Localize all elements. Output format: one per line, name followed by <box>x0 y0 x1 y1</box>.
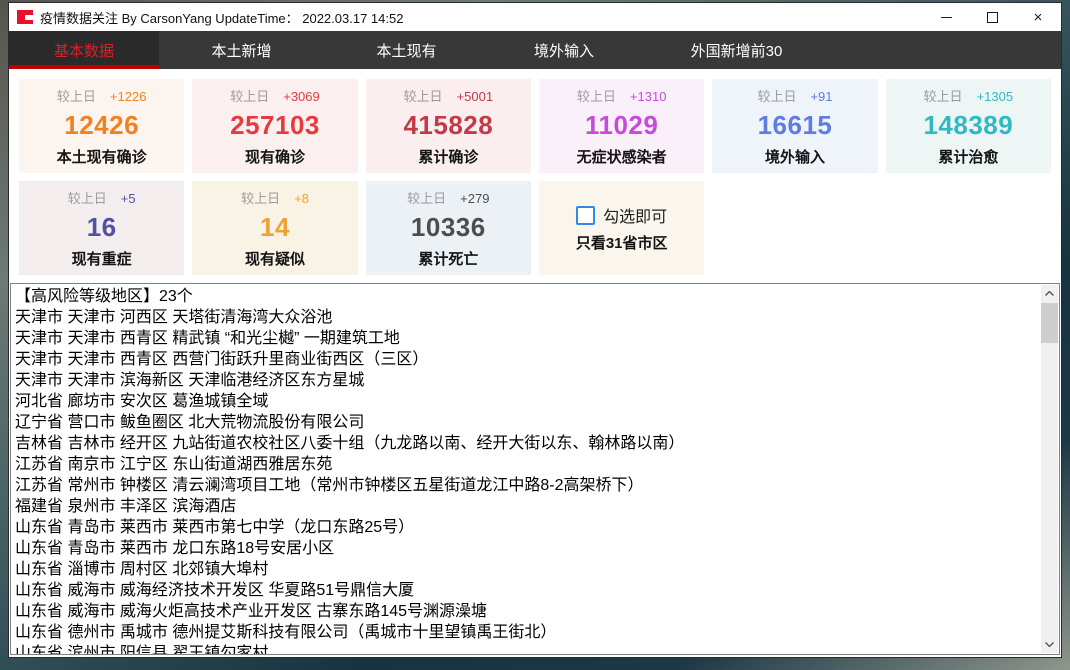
stat-caption: 无症状感染者 <box>577 146 667 167</box>
close-icon: × <box>1034 10 1043 25</box>
delta-label: 较上日 <box>241 191 280 206</box>
stat-caption: 累计治愈 <box>938 146 998 167</box>
tab-basic-data[interactable]: 基本数据 <box>9 31 159 69</box>
minimize-icon <box>941 17 952 18</box>
stat-card-current-confirmed: 较上日 +3069 257103 现有确诊 <box>192 79 357 173</box>
delta-value: +1305 <box>977 89 1014 104</box>
list-item: 天津市 天津市 西青区 精武镇 “和光尘樾” 一期建筑工地 <box>15 328 1037 349</box>
delta-label: 较上日 <box>407 191 446 206</box>
list-header: 【高风险等级地区】23个 <box>15 286 1037 307</box>
list-item: 福建省 泉州市 丰泽区 滨海酒店 <box>15 496 1037 517</box>
list-item: 天津市 天津市 西青区 西营门街跃升里商业街西区（三区） <box>15 349 1037 370</box>
stat-value: 148389 <box>923 110 1013 141</box>
provinces-only-checkbox[interactable] <box>576 206 595 225</box>
stat-caption: 境外输入 <box>765 146 825 167</box>
delta-label: 较上日 <box>68 191 107 206</box>
high-risk-region-list[interactable]: 【高风险等级地区】23个 天津市 天津市 河西区 天塔街清海湾大众浴池 天津市 … <box>10 283 1060 655</box>
list-scrollbar[interactable] <box>1041 285 1058 653</box>
stats-grid: 较上日 +1226 12426 本土现有确诊 较上日 +3069 257103 现有… <box>9 69 1061 275</box>
maximize-button[interactable] <box>969 3 1015 31</box>
stat-value: 16615 <box>758 110 833 141</box>
list-item: 河北省 廊坊市 安次区 葛渔城镇全域 <box>15 391 1037 412</box>
stat-card-cumulative-confirmed: 较上日 +5001 415828 累计确诊 <box>366 79 531 173</box>
tab-imported[interactable]: 境外输入 <box>489 31 639 69</box>
stat-card-cumulative-deaths: 较上日 +279 10336 累计死亡 <box>366 181 531 275</box>
stat-card-current-severe: 较上日 +5 16 现有重症 <box>19 181 184 275</box>
list-item: 山东省 威海市 威海火炬高技术产业开发区 古寨东路145号渊源澡塘 <box>15 601 1037 622</box>
close-button[interactable]: × <box>1015 3 1061 31</box>
window-title: 疫情数据关注 By CarsonYang UpdateTime： 2022.03… <box>40 8 403 27</box>
minimize-button[interactable] <box>923 3 969 31</box>
scrollbar-down-button[interactable] <box>1041 636 1058 653</box>
list-item: 天津市 天津市 滨海新区 天津临港经济区东方星城 <box>15 370 1037 391</box>
tab-foreign-top30[interactable]: 外国新增前30 <box>639 31 834 69</box>
list-item: 山东省 青岛市 莱西市 龙口东路18号安居小区 <box>15 538 1037 559</box>
stat-caption: 本土现有确诊 <box>57 146 147 167</box>
stat-card-local-current-confirmed: 较上日 +1226 12426 本土现有确诊 <box>19 79 184 173</box>
desktop-background: 疫情数据关注 By CarsonYang UpdateTime： 2022.03… <box>0 0 1070 670</box>
delta-label: 较上日 <box>924 89 963 104</box>
stat-value: 11029 <box>585 110 658 141</box>
list-item: 山东省 青岛市 莱西市 莱西市第七中学（龙口东路25号） <box>15 517 1037 538</box>
stat-caption: 累计死亡 <box>418 248 478 269</box>
filter-card-31-provinces: 勾选即可 只看31省市区 <box>539 181 704 275</box>
title-bar: 疫情数据关注 By CarsonYang UpdateTime： 2022.03… <box>9 3 1061 31</box>
list-item: 辽宁省 营口市 鲅鱼圈区 北大荒物流股份有限公司 <box>15 412 1037 433</box>
list-item: 山东省 德州市 禹城市 德州提艾斯科技有限公司（禹城市十里望镇禹王街北） <box>15 622 1037 643</box>
stat-value: 12426 <box>64 110 139 141</box>
tab-local-current[interactable]: 本土现有 <box>324 31 489 69</box>
stat-caption: 现有重症 <box>72 248 132 269</box>
list-item: 山东省 滨州市 阳信县 翟王镇勾家村 <box>15 643 1037 655</box>
app-logo-icon <box>17 10 33 24</box>
stat-card-current-suspected: 较上日 +8 14 现有疑似 <box>192 181 357 275</box>
delta-label: 较上日 <box>230 89 269 104</box>
scrollbar-up-button[interactable] <box>1041 285 1058 302</box>
chevron-up-icon <box>1045 291 1054 296</box>
stat-value: 415828 <box>403 110 493 141</box>
maximize-icon <box>987 12 998 23</box>
stat-value: 10336 <box>411 212 486 243</box>
tab-local-new[interactable]: 本土新增 <box>159 31 324 69</box>
tab-bar: 基本数据 本土新增 本土现有 境外输入 外国新增前30 <box>9 31 1061 69</box>
list-item: 山东省 威海市 威海经济技术开发区 华夏路51号鼎信大厦 <box>15 580 1037 601</box>
delta-label: 较上日 <box>757 89 796 104</box>
list-item: 山东省 淄博市 周村区 北郊镇大埠村 <box>15 559 1037 580</box>
scrollbar-thumb[interactable] <box>1041 303 1058 343</box>
stat-card-imported: 较上日 +91 16615 境外输入 <box>712 79 877 173</box>
list-item: 江苏省 南京市 江宁区 东山街道湖西雅居东苑 <box>15 454 1037 475</box>
app-window: 疫情数据关注 By CarsonYang UpdateTime： 2022.03… <box>8 2 1062 658</box>
checkbox-row[interactable]: 勾选即可 <box>576 203 667 227</box>
stat-caption: 现有疑似 <box>245 248 305 269</box>
delta-label: 较上日 <box>404 89 443 104</box>
list-item: 吉林省 吉林市 经开区 九站街道农校社区八委十组（九龙路以南、经开大街以东、翰林… <box>15 433 1037 454</box>
filter-caption: 只看31省市区 <box>576 232 668 253</box>
checkbox-label: 勾选即可 <box>603 203 667 227</box>
stat-value: 14 <box>260 212 290 243</box>
chevron-down-icon <box>1045 642 1054 647</box>
delta-value: +8 <box>294 191 309 206</box>
stat-value: 257103 <box>230 110 320 141</box>
stat-card-cumulative-cured: 较上日 +1305 148389 累计治愈 <box>886 79 1051 173</box>
stat-card-asymptomatic: 较上日 +1310 11029 无症状感染者 <box>539 79 704 173</box>
delta-value: +5 <box>121 191 136 206</box>
delta-value: +91 <box>810 89 832 104</box>
delta-value: +1310 <box>630 89 667 104</box>
delta-value: +1226 <box>110 89 147 104</box>
delta-label: 较上日 <box>577 89 616 104</box>
stat-value: 16 <box>87 212 117 243</box>
list-item: 天津市 天津市 河西区 天塔街清海湾大众浴池 <box>15 307 1037 328</box>
delta-label: 较上日 <box>57 89 96 104</box>
stat-caption: 累计确诊 <box>418 146 478 167</box>
stat-caption: 现有确诊 <box>245 146 305 167</box>
delta-value: +3069 <box>283 89 320 104</box>
window-controls: × <box>923 3 1061 31</box>
delta-value: +5001 <box>457 89 494 104</box>
delta-value: +279 <box>460 191 489 206</box>
list-item: 江苏省 常州市 钟楼区 清云澜湾项目工地（常州市钟楼区五星街道龙江中路8-2高架… <box>15 475 1037 496</box>
